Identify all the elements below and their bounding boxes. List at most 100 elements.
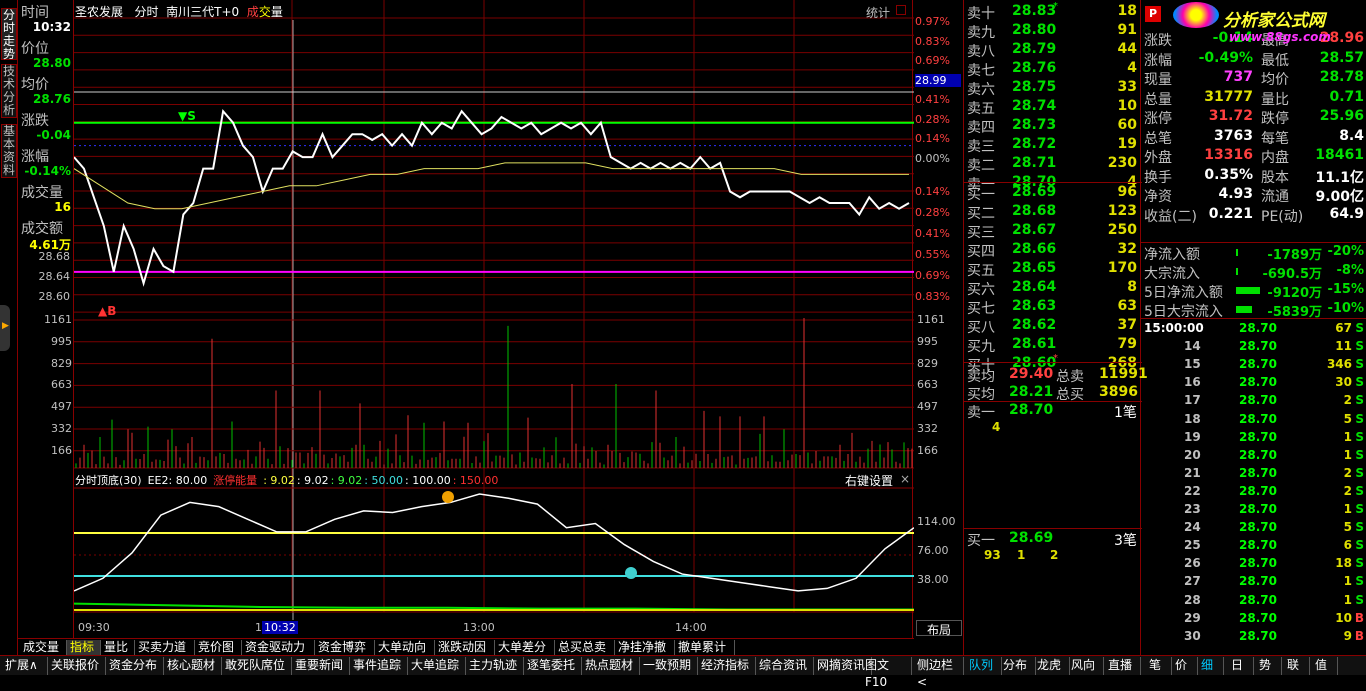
ask-row[interactable]: 卖七 28.76 4 [967,60,1139,79]
bid-row[interactable]: 买七 28.63 63 [967,298,1139,317]
footer-right-tab-13[interactable]: 值 [1312,657,1338,675]
intraday-chart-area[interactable]: ▼S ▲B [73,0,914,638]
footer-right-tab-1[interactable]: 侧边栏< [914,657,964,689]
chart-tab-6[interactable]: 资金博弈 [315,640,375,656]
footer-right-tab-3[interactable]: 分布 [1000,657,1036,675]
footer-tab-4[interactable]: 敢死队席位 [222,657,292,675]
footer-right-tab-6[interactable]: 直播 [1105,657,1141,675]
footer-right-tab-0[interactable]: 图文F10 [862,657,912,689]
tick-time: 25 [1184,538,1201,553]
chart-tab-9[interactable]: 大单差分 [495,640,555,656]
stat-box-icon[interactable] [896,5,906,15]
vol-axis-label-right: 1161 [917,313,945,326]
tick-volume: 6 [1343,538,1352,553]
footer-right-tab-8[interactable]: 价 [1172,657,1198,675]
ind-right-setting[interactable]: 右键设置 [845,472,893,489]
chart-tab-5[interactable]: 资金驱动力 [242,640,315,656]
footer-tab-2[interactable]: 资金分布 [106,657,164,675]
stock-name[interactable]: 圣农发展 [75,5,123,19]
layout-button[interactable]: 布局 [916,620,962,637]
footer-right-tab-4[interactable]: 龙虎 [1034,657,1070,675]
intraday-chart-svg[interactable]: ▼S ▲B [74,0,914,638]
footer-tab-5[interactable]: 重要新闻 [292,657,350,675]
ind-close-icon[interactable]: × [900,472,910,486]
footer-tab-8[interactable]: 主力轨迹 [466,657,524,675]
ask-row[interactable]: 卖六 28.75 33 [967,79,1139,98]
chart-tab-2[interactable]: 量比 [101,640,135,656]
bid-row[interactable]: 买五 28.65 170 [967,260,1139,279]
footer-tab-12[interactable]: 经济指标 [698,657,756,675]
quote-label-2: 流通 [1261,189,1289,205]
ask-row[interactable]: 卖八 28.79 44 [967,41,1139,60]
chart-tab-10[interactable]: 总买总卖 [555,640,615,656]
footer-right-tab-9[interactable]: 细 [1198,657,1224,675]
tick-side: S [1355,411,1364,426]
footer-tab-11[interactable]: 一致预期 [640,657,698,675]
footer-tab-3[interactable]: 核心题材 [164,657,222,675]
quote-value-1: 4.93 [1218,186,1253,202]
footer-tab-0[interactable]: 扩展∧ [2,657,48,675]
chart-tab-7[interactable]: 大单动向 [375,640,435,656]
footer-right-tab-5[interactable]: 风向 [1068,657,1104,675]
flow-bar [1236,249,1238,256]
vol-axis-label-right: 497 [917,400,938,414]
chart-tab-3[interactable]: 买卖力道 [135,640,195,656]
tab-intraday[interactable]: 分时走势 [1,8,17,61]
footer-tab-13[interactable]: 综合资讯 [756,657,814,675]
pct-axis-label: 0.14% [915,132,950,145]
footer-tab-9[interactable]: 逐笔委托 [524,657,582,675]
footer-right-tab-12[interactable]: 联 [1284,657,1310,675]
ob-divider [964,362,1142,363]
footer-right-tab-10[interactable]: 日 [1228,657,1254,675]
ask-price: 28.72 [1012,136,1057,152]
bid-row[interactable]: 买三 28.67 250 [967,222,1139,241]
ask-volume: 33 [1117,79,1137,95]
ask-volume: 10 [1117,98,1137,114]
ask-row[interactable]: 卖二 28.71 230 [967,155,1139,174]
vol-axis-label-right: 663 [917,378,938,392]
ask-row[interactable]: 卖五 28.74 10 [967,98,1139,117]
stat-button[interactable]: 统计 [866,4,890,21]
tick-price: 28.70 [1239,520,1277,535]
footer-tab-6[interactable]: 事件追踪 [350,657,408,675]
footer-right-tab-2[interactable]: 队列 [966,657,1002,675]
tick-time: 24 [1184,520,1201,535]
ask-row[interactable]: 卖三 28.72 19 [967,136,1139,155]
ask-label: 卖四 [967,120,995,136]
ob-divider [964,528,1142,529]
footer-right-tab-7[interactable]: 笔 [1146,657,1172,675]
chart-tab-1[interactable]: 指标 [67,640,101,656]
footer-tab-10[interactable]: 热点题材 [582,657,640,675]
bid-row[interactable]: 买四 28.66 32 [967,241,1139,260]
ask-price: 28.73 [1012,117,1057,133]
flow-label: 5日净流入额 [1144,285,1223,301]
quote-label-1: 净资 [1144,189,1172,205]
footer-tab-1[interactable]: 关联报价 [48,657,106,675]
quote-value-2: 28.57 [1319,49,1364,66]
tick-side: S [1355,375,1364,390]
footer-right-tab-11[interactable]: 势 [1256,657,1282,675]
chart-tab-4[interactable]: 竞价图 [195,640,242,656]
tab-technical[interactable]: 技术分析 [1,64,17,118]
bid-row[interactable]: 买六 28.64 8 [967,279,1139,298]
ask-row[interactable]: 卖四 28.73 60 [967,117,1139,136]
flow-value: -9120万 [1267,286,1322,301]
tab-fundamental[interactable]: 基本资料 [1,124,17,178]
chart-tab-11[interactable]: 净挂净撤 [615,640,675,656]
footer-tab-7[interactable]: 大单追踪 [408,657,466,675]
bid-row[interactable]: 买二 28.68 123 [967,203,1139,222]
ask-price: 28.75 [1012,79,1057,95]
vol-axis-label-left: 1161 [44,313,72,326]
chart-tab-0[interactable]: 成交量 [20,640,67,656]
bid-row[interactable]: 买一 28.69 96 [967,184,1139,203]
bid-label: 买四 [967,244,995,260]
quote-value-2: 25.96 [1319,108,1364,124]
chart-tab-12[interactable]: 撤单累计 [675,640,735,656]
bid-row[interactable]: 买八 28.62 37 [967,317,1139,336]
ask-row[interactable]: 卖九 28.80 91 [967,22,1139,41]
flow-pct: -10% [1327,301,1364,316]
flow-bar [1236,268,1238,275]
chart-tab-8[interactable]: 涨跌动因 [435,640,495,656]
ask-row[interactable]: 卖十 28.83 18 * [967,1,1139,22]
side-expand-handle[interactable]: ▶ [0,305,10,351]
